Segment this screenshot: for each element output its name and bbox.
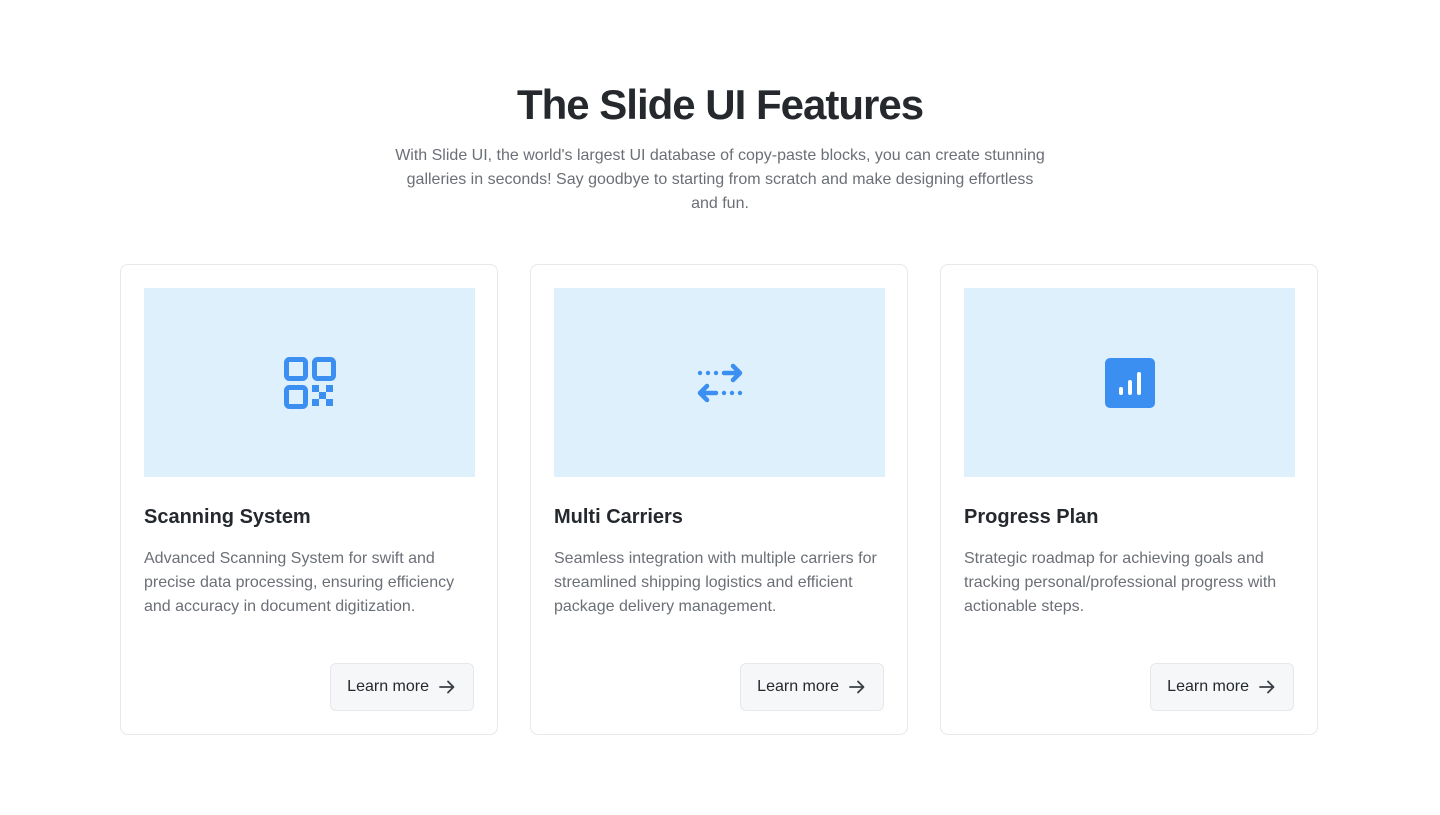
arrow-right-icon — [847, 677, 867, 697]
card-media — [554, 288, 885, 477]
learn-more-button-scanning-system[interactable]: Learn more — [330, 663, 474, 711]
feature-cards: Scanning System Advanced Scanning System… — [120, 264, 1320, 735]
card-title: Progress Plan — [964, 506, 1099, 528]
learn-more-label: Learn more — [1167, 678, 1249, 695]
learn-more-label: Learn more — [347, 678, 429, 695]
feature-card-progress-plan: Progress Plan Strategic roadmap for achi… — [940, 264, 1318, 735]
section-subtitle: With Slide UI, the world's largest UI da… — [395, 147, 1045, 212]
card-media — [964, 288, 1295, 477]
feature-card-multi-carriers: Multi Carriers Seamless integration with… — [530, 264, 908, 735]
card-description: Strategic roadmap for achieving goals an… — [964, 550, 1277, 615]
learn-more-label: Learn more — [757, 678, 839, 695]
learn-more-button-progress-plan[interactable]: Learn more — [1150, 663, 1294, 711]
transfer-arrows-icon — [694, 357, 746, 409]
card-description: Advanced Scanning System for swift and p… — [144, 550, 455, 615]
feature-card-scanning-system: Scanning System Advanced Scanning System… — [120, 264, 498, 735]
bar-chart-icon — [1104, 357, 1156, 409]
card-media — [144, 288, 475, 477]
features-section: The Slide UI Features With Slide UI, the… — [0, 0, 1440, 815]
card-title: Multi Carriers — [554, 506, 683, 528]
card-title: Scanning System — [144, 506, 311, 528]
arrow-right-icon — [1257, 677, 1277, 697]
arrow-right-icon — [437, 677, 457, 697]
card-description: Seamless integration with multiple carri… — [554, 550, 877, 615]
qr-code-icon — [283, 356, 336, 409]
section-title: The Slide UI Features — [516, 81, 924, 128]
learn-more-button-multi-carriers[interactable]: Learn more — [740, 663, 884, 711]
